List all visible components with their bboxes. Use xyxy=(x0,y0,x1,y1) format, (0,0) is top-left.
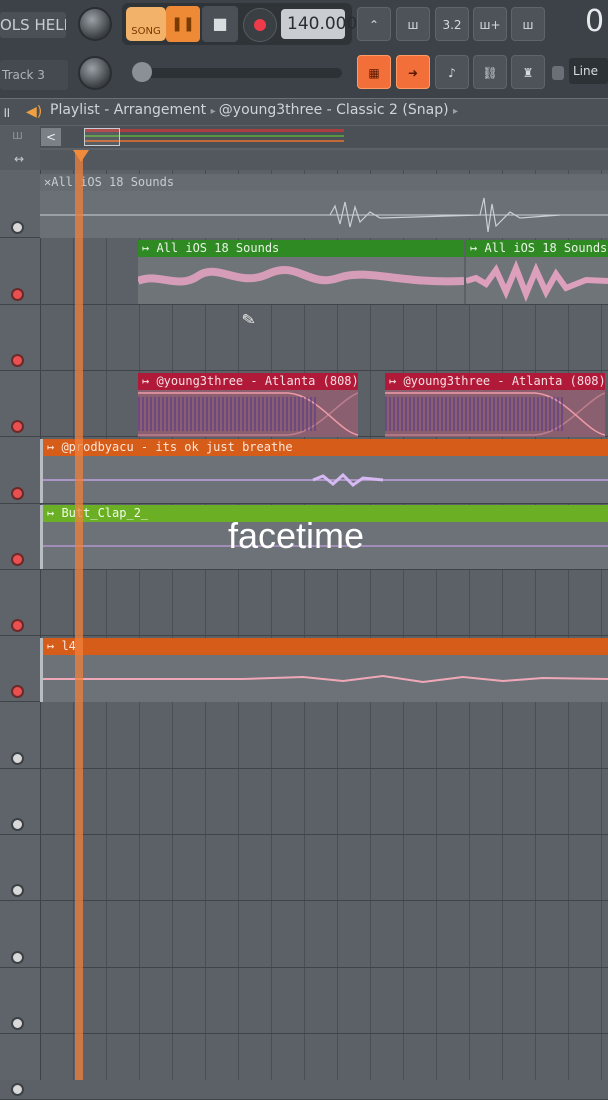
overview-clips-strip xyxy=(84,129,344,143)
lane-separator xyxy=(0,967,608,968)
channel-knob[interactable] xyxy=(78,56,112,90)
playlist-titlebar: ◀) ॥ Playlist - Arrangement ▸ @young3thr… xyxy=(0,98,608,125)
stop-button[interactable]: ■ xyxy=(202,6,238,42)
waveform xyxy=(40,197,608,233)
clip-arrow-icon: ↦ xyxy=(47,440,62,454)
track-selector[interactable]: Track 3 xyxy=(0,60,68,90)
mixer-button[interactable]: ♜ xyxy=(511,55,545,89)
left-header-top: ↔ ш xyxy=(0,126,40,170)
master-volume-knob[interactable] xyxy=(78,7,112,41)
track-mute-dot[interactable] xyxy=(11,619,24,632)
playlist-tools-icon[interactable]: ш xyxy=(12,128,23,142)
playhead-marker[interactable] xyxy=(73,150,89,162)
top-toolbar: OLS HELP SONG ❚❚ ■ 140.000 ⌃ ш 3.2 ш+ ш … xyxy=(0,0,608,98)
clip-arrow-icon: ↦ xyxy=(47,506,62,520)
playlist-title: Playlist - Arrangement ▸ @young3three - … xyxy=(50,102,459,118)
clip-all-ios-sounds-2[interactable]: ↦ All iOS 18 Sounds xyxy=(466,240,608,304)
track-mute-dot[interactable] xyxy=(11,1017,24,1030)
track-mute-dot[interactable] xyxy=(11,685,24,698)
clip-l4[interactable]: ↦ l4 xyxy=(40,638,608,702)
expand-horizontal-icon[interactable]: ↔ xyxy=(14,152,24,166)
wait-input-button[interactable]: ш xyxy=(396,7,430,41)
track-mute-dot[interactable] xyxy=(11,951,24,964)
snap-mode-select[interactable]: Line xyxy=(569,58,608,84)
arrangement-grid[interactable] xyxy=(40,170,608,1080)
metronome-button[interactable]: ⌃ xyxy=(357,7,391,41)
lane-separator xyxy=(0,503,608,504)
clip-label: ↦ @young3three - Atlanta (808) xyxy=(385,373,605,390)
track-mute-dot[interactable] xyxy=(11,221,24,234)
lane-separator xyxy=(0,304,608,305)
song-mode-button[interactable]: SONG xyxy=(126,7,166,41)
clip-arrow-icon: ↦ xyxy=(142,241,157,255)
track-mute-dot[interactable] xyxy=(11,1083,24,1096)
clip-atlanta-808-1[interactable]: ↦ @young3three - Atlanta (808) xyxy=(138,373,358,437)
clip-all-ios-sounds-muted[interactable]: ✕All iOS 18 Sounds xyxy=(40,174,608,238)
breadcrumb-arrow-icon: ▸ xyxy=(453,106,459,117)
waveform xyxy=(385,392,605,436)
overlay-caption: facetime xyxy=(228,515,365,556)
lane-separator xyxy=(0,370,608,371)
track-mute-dot[interactable] xyxy=(11,487,24,500)
clip-arrow-icon: ↦ xyxy=(470,241,485,255)
overview-view-window[interactable] xyxy=(84,128,120,146)
playhead-line[interactable] xyxy=(75,150,83,1080)
clip-all-ios-sounds-1[interactable]: ↦ All iOS 18 Sounds xyxy=(138,240,464,304)
waveform xyxy=(43,674,608,684)
clip-arrow-icon: ↦ xyxy=(47,639,62,653)
track-mute-dot[interactable] xyxy=(11,884,24,897)
titlebar-menu-icon[interactable]: ॥ xyxy=(2,103,10,122)
overview-scroll-left-button[interactable]: < xyxy=(41,128,61,146)
clip-arrow-icon: ↦ xyxy=(389,374,404,388)
tempo-display[interactable]: 140.000 xyxy=(281,9,357,39)
plugin-button[interactable]: ♪ xyxy=(435,55,469,89)
pause-button[interactable]: ❚❚ xyxy=(166,6,200,42)
waveform xyxy=(138,392,358,436)
pattern-name[interactable]: @young3three - Classic 2 (Snap) xyxy=(219,102,449,118)
pitch-slider-handle[interactable] xyxy=(132,62,152,82)
speaker-icon[interactable]: ◀) xyxy=(26,104,42,120)
lane-separator xyxy=(0,834,608,835)
track-mute-dot[interactable] xyxy=(11,354,24,367)
lane-separator xyxy=(0,900,608,901)
time-counter: 0 xyxy=(585,4,605,39)
record-icon xyxy=(254,19,266,31)
menu-tools-help[interactable]: OLS HELP xyxy=(0,12,66,38)
breadcrumb-arrow-icon: ▸ xyxy=(210,106,219,117)
timeline-ruler[interactable] xyxy=(40,150,608,170)
loop-record-button[interactable]: ш xyxy=(511,7,545,41)
piano-roll-button[interactable]: ▦ xyxy=(357,55,391,89)
clip-label: ✕All iOS 18 Sounds xyxy=(40,174,608,191)
track-mute-dot[interactable] xyxy=(11,288,24,301)
clip-label: ↦ All iOS 18 Sounds xyxy=(138,240,464,257)
waveform xyxy=(43,472,608,487)
pitch-slider[interactable] xyxy=(132,68,342,78)
step-edit-button[interactable]: ш+ xyxy=(473,7,507,41)
track-mute-dot[interactable] xyxy=(11,553,24,566)
clip-label: ↦ @young3three - Atlanta (808) xyxy=(138,373,358,390)
clip-label: ↦ @prodbyacu - its ok just breathe xyxy=(43,439,608,456)
waveform xyxy=(138,266,464,286)
countdown-button[interactable]: 3.2 xyxy=(435,7,469,41)
track-mute-dot[interactable] xyxy=(11,752,24,765)
clip-label: ↦ All iOS 18 Sounds xyxy=(466,240,608,257)
stop-icon: ■ xyxy=(212,14,228,33)
link-button[interactable]: ⛓ xyxy=(473,55,507,89)
lane-separator xyxy=(0,569,608,570)
lane-separator xyxy=(0,635,608,636)
arrow-button[interactable]: ➜ xyxy=(396,55,430,89)
clip-atlanta-808-2[interactable]: ↦ @young3three - Atlanta (808) xyxy=(385,373,605,437)
lane-separator xyxy=(0,1033,608,1034)
track-mute-dot[interactable] xyxy=(11,818,24,831)
lock-icon xyxy=(552,66,564,80)
clip-label: ↦ l4 xyxy=(43,638,608,655)
waveform xyxy=(466,259,608,303)
pause-icon: ❚❚ xyxy=(171,16,195,32)
lane-separator xyxy=(0,768,608,769)
track-mute-dot[interactable] xyxy=(11,420,24,433)
clip-its-ok-just-breathe[interactable]: ↦ @prodbyacu - its ok just breathe xyxy=(40,439,608,503)
clip-arrow-icon: ↦ xyxy=(142,374,157,388)
